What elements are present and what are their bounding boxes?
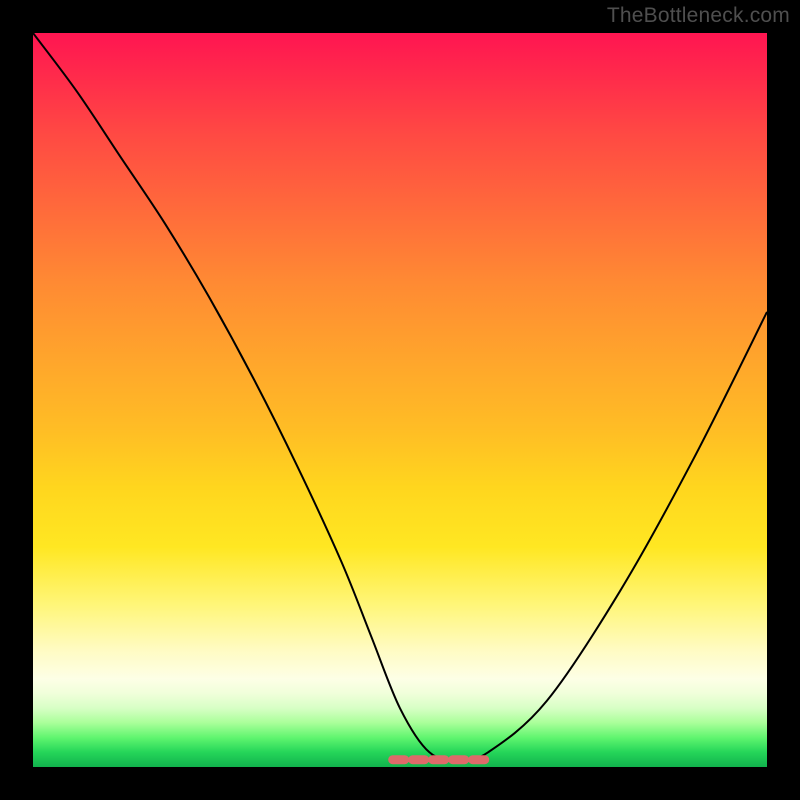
plot-area — [33, 33, 767, 767]
watermark-text: TheBottleneck.com — [607, 4, 790, 28]
chart-stage: TheBottleneck.com — [0, 0, 800, 800]
bottleneck-curve — [33, 33, 767, 760]
curve-svg — [33, 33, 767, 767]
